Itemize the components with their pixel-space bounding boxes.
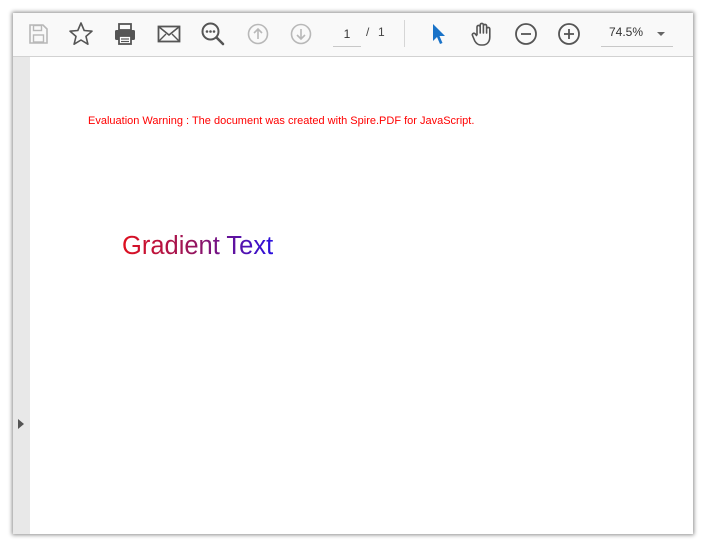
email-icon [157, 24, 181, 44]
chevron-down-icon [657, 32, 665, 36]
zoom-out-button[interactable] [511, 19, 541, 49]
sidebar-panel [13, 57, 30, 534]
zoom-select[interactable]: 74.5% [601, 22, 673, 47]
page-number-input[interactable] [333, 22, 361, 47]
print-button[interactable] [110, 19, 140, 49]
zoom-in-icon [557, 22, 581, 46]
hand-tool-button[interactable] [467, 19, 497, 49]
save-icon [27, 23, 49, 45]
page-separator: / [366, 25, 370, 39]
search-button[interactable] [198, 19, 228, 49]
expand-sidebar-icon[interactable] [18, 419, 24, 429]
pdf-viewer-window: / 1 [13, 13, 693, 534]
hand-pan-icon [470, 21, 494, 47]
bookmark-star-icon [68, 21, 94, 47]
select-cursor-icon [429, 22, 447, 46]
gradient-text: Gradient Text [122, 232, 274, 260]
toolbar: / 1 [13, 13, 693, 57]
next-page-button[interactable] [286, 19, 316, 49]
email-button[interactable] [154, 19, 184, 49]
search-icon [200, 21, 226, 47]
total-pages: 1 [378, 25, 385, 39]
bookmark-button[interactable] [66, 19, 96, 49]
toolbar-divider [404, 20, 405, 47]
previous-page-button[interactable] [243, 19, 273, 49]
zoom-value: 74.5% [609, 25, 644, 39]
zoom-in-button[interactable] [554, 19, 584, 49]
select-tool-button[interactable] [423, 19, 453, 49]
previous-page-icon [247, 23, 269, 45]
document-page: Evaluation Warning : The document was cr… [30, 57, 693, 534]
save-button[interactable] [23, 19, 53, 49]
next-page-icon [290, 23, 312, 45]
evaluation-warning: Evaluation Warning : The document was cr… [88, 115, 475, 127]
print-icon [113, 22, 137, 46]
zoom-out-icon [514, 22, 538, 46]
